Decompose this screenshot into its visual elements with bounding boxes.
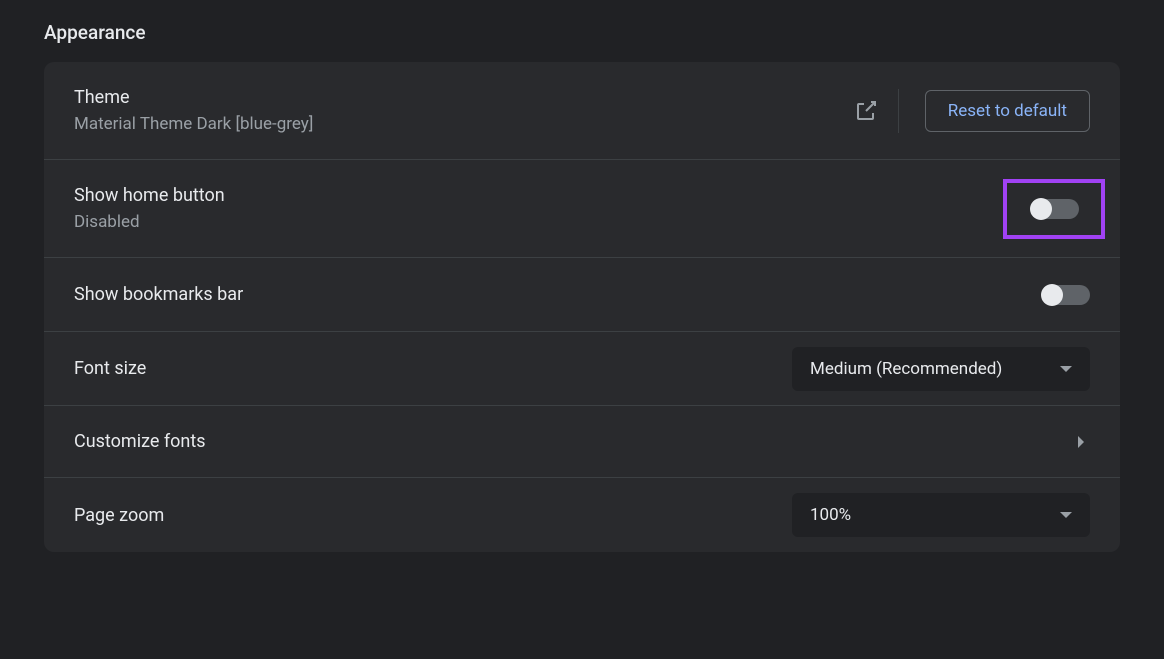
page-zoom-select[interactable]: 100%: [792, 493, 1090, 537]
bookmarks-bar-toggle[interactable]: [1042, 285, 1090, 305]
home-button-text: Show home button Disabled: [74, 185, 1003, 232]
page-zoom-label: Page zoom: [74, 505, 792, 526]
page-zoom-value: 100%: [810, 505, 851, 525]
font-size-label: Font size: [74, 358, 792, 379]
font-size-value: Medium (Recommended): [810, 359, 1002, 379]
chevron-down-icon: [1060, 366, 1072, 372]
font-size-select[interactable]: Medium (Recommended): [792, 347, 1090, 391]
theme-row: Theme Material Theme Dark [blue-grey] Re…: [44, 62, 1120, 160]
theme-label: Theme: [74, 87, 854, 108]
font-size-control: Medium (Recommended): [792, 347, 1090, 391]
toggle-knob: [1030, 198, 1052, 220]
reset-theme-button[interactable]: Reset to default: [925, 90, 1090, 132]
section-title: Appearance: [0, 0, 1164, 62]
bookmarks-bar-text: Show bookmarks bar: [74, 284, 1042, 305]
appearance-section: Appearance Theme Material Theme Dark [bl…: [0, 0, 1164, 552]
font-size-row: Font size Medium (Recommended): [44, 332, 1120, 406]
theme-value: Material Theme Dark [blue-grey]: [74, 114, 854, 134]
customize-fonts-label: Customize fonts: [74, 431, 1078, 452]
home-button-toggle[interactable]: [1031, 199, 1079, 219]
chevron-right-icon: [1078, 436, 1084, 448]
home-button-status: Disabled: [74, 212, 1003, 232]
toggle-knob: [1041, 284, 1063, 306]
home-button-label: Show home button: [74, 185, 1003, 206]
chevron-down-icon: [1060, 512, 1072, 518]
page-zoom-row: Page zoom 100%: [44, 478, 1120, 552]
page-zoom-control: 100%: [792, 493, 1090, 537]
home-button-highlight: [1003, 179, 1105, 239]
font-size-text: Font size: [74, 358, 792, 379]
customize-fonts-text: Customize fonts: [74, 431, 1078, 452]
bookmarks-bar-row: Show bookmarks bar: [44, 258, 1120, 332]
customize-fonts-row[interactable]: Customize fonts: [44, 406, 1120, 478]
theme-text: Theme Material Theme Dark [blue-grey]: [74, 87, 854, 134]
home-button-row: Show home button Disabled: [44, 160, 1120, 258]
home-button-toggle-wrap: [1003, 179, 1090, 239]
vertical-divider: [898, 89, 899, 133]
customize-fonts-arrow-wrap: [1078, 436, 1090, 448]
theme-actions: Reset to default: [854, 89, 1090, 133]
page-zoom-text: Page zoom: [74, 505, 792, 526]
bookmarks-bar-toggle-wrap: [1042, 285, 1090, 305]
settings-card: Theme Material Theme Dark [blue-grey] Re…: [44, 62, 1120, 552]
bookmarks-bar-label: Show bookmarks bar: [74, 284, 1042, 305]
open-in-new-icon[interactable]: [854, 99, 878, 123]
